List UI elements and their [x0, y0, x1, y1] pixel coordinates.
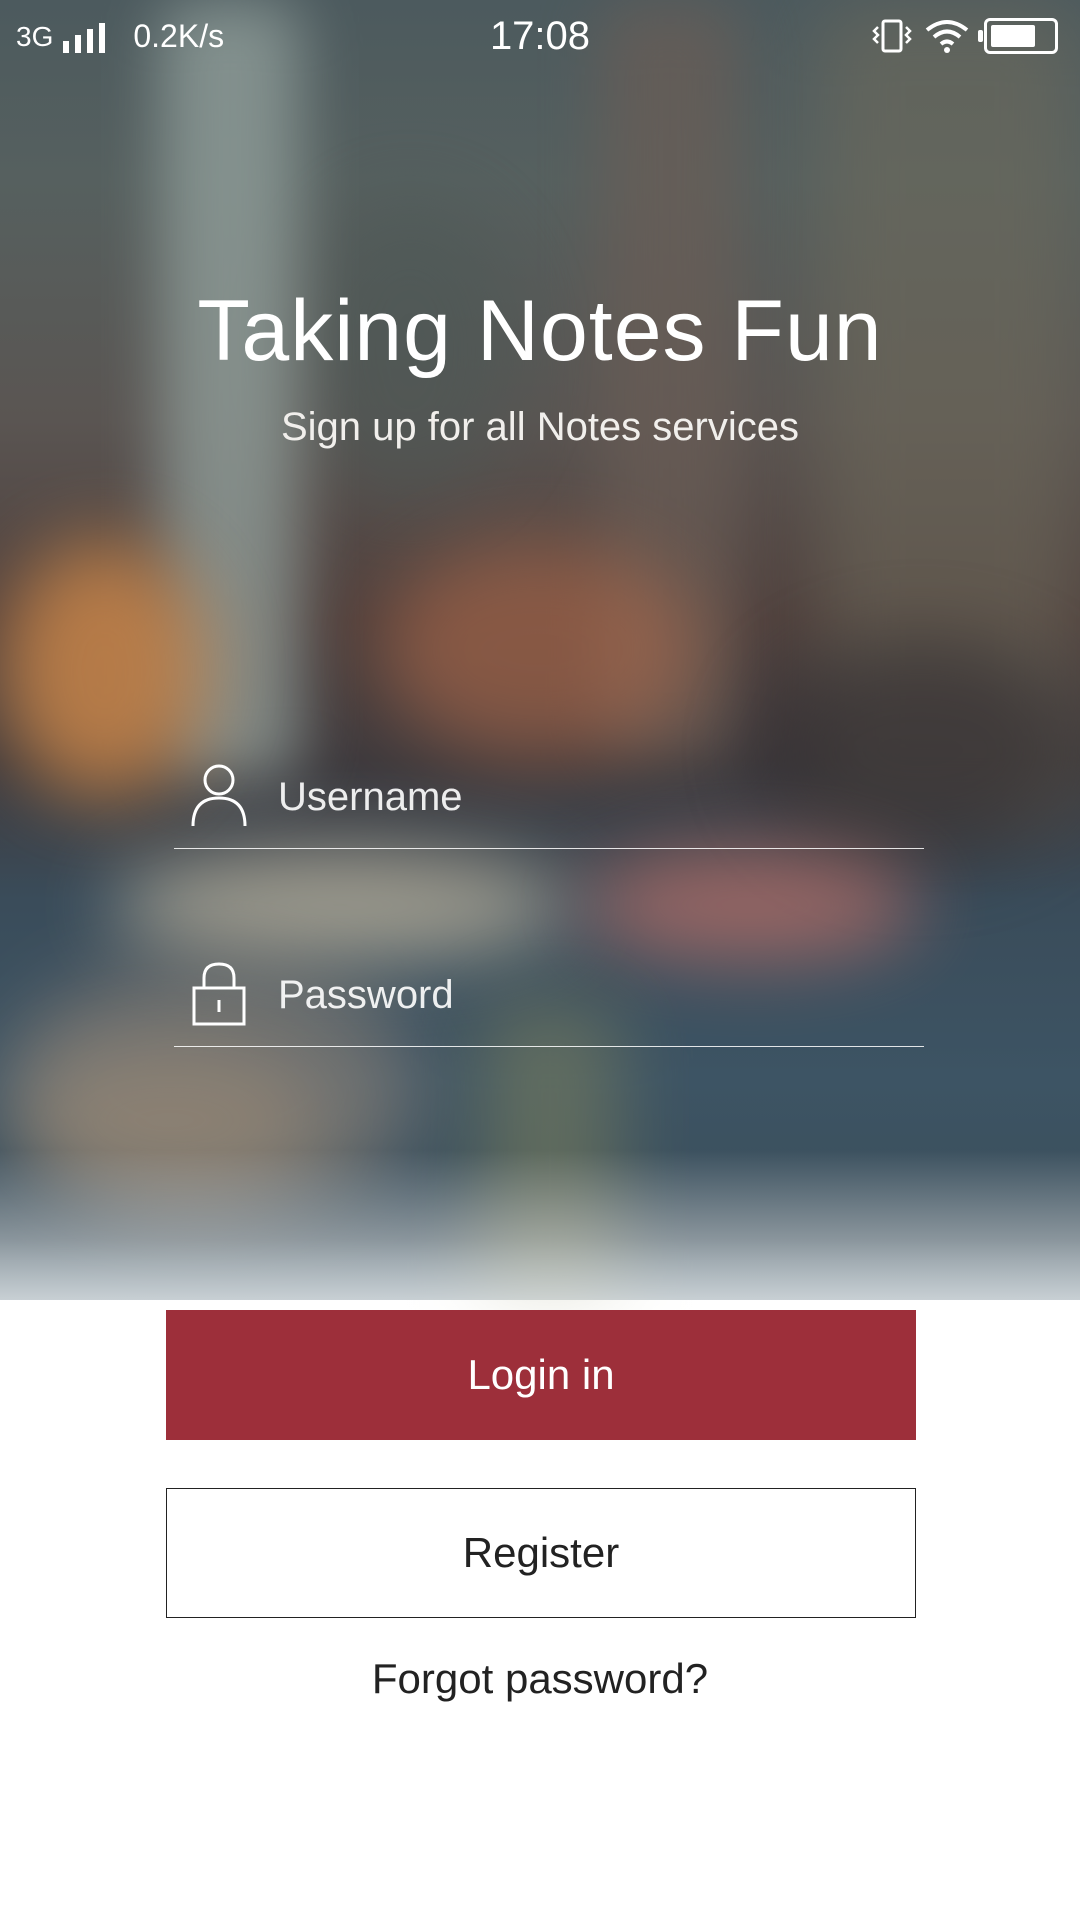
- status-bar: 3G 0.2K/s 17:08: [0, 0, 1080, 76]
- username-field[interactable]: [174, 752, 924, 849]
- password-input[interactable]: [278, 962, 908, 1028]
- app-title: Taking Notes Fun: [197, 283, 883, 379]
- register-button[interactable]: Register: [166, 1488, 916, 1618]
- battery-icon: [978, 18, 1058, 54]
- lock-icon: [192, 962, 246, 1026]
- vibrate-icon: [872, 19, 912, 53]
- wifi-icon: [925, 20, 969, 53]
- app-subtitle: Sign up for all Notes services: [280, 405, 799, 449]
- password-field[interactable]: [174, 950, 924, 1047]
- forgot-password-link[interactable]: Forgot password?: [0, 1655, 1080, 1703]
- login-screen: 3G 0.2K/s 17:08 Taking Notes Fun Sign up…: [0, 0, 1080, 1920]
- username-input[interactable]: [278, 764, 908, 830]
- user-icon: [191, 764, 247, 827]
- login-button[interactable]: Login in: [166, 1310, 916, 1440]
